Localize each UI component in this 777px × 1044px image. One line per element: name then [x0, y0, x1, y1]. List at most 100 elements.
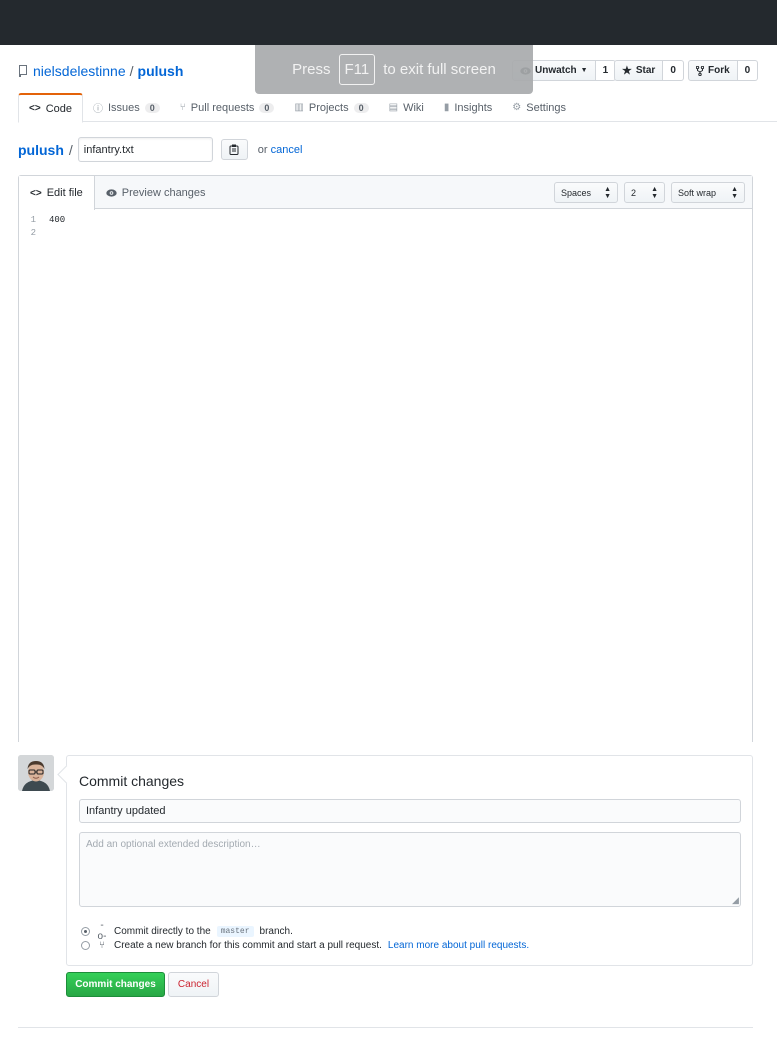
tab-label: Issues	[107, 101, 140, 114]
fork-button[interactable]: Fork	[688, 60, 738, 81]
fullscreen-notice: Press F11 to exit full screen	[255, 45, 533, 94]
commit-summary-input[interactable]	[79, 799, 741, 823]
commit-direct-radio[interactable]	[81, 926, 90, 936]
learn-more-link[interactable]: Learn more about pull requests.	[388, 940, 529, 951]
cancel-button[interactable]: Cancel	[168, 972, 219, 997]
avatar	[18, 755, 54, 791]
fork-group: Fork 0	[688, 60, 759, 81]
git-pull-request-icon: ⑂	[99, 940, 105, 951]
repo-separator: /	[129, 63, 134, 79]
new-branch-bold: Create a new branch	[114, 940, 207, 951]
star-count[interactable]: 0	[663, 60, 684, 81]
file-path-bar: pulush / or cancel	[18, 137, 302, 162]
commit-title: Commit changes	[79, 773, 185, 789]
editor-toolbar: <> Edit file Preview changes Spaces ▲ ▼ 2…	[19, 176, 752, 210]
line-content: 400	[49, 214, 66, 225]
indent-mode-select[interactable]: Spaces ▲ ▼	[554, 182, 618, 203]
repo-nav: <> Code ⓘ Issues 0 ⑂ Pull requests 0 ▥ P…	[18, 93, 777, 123]
commit-form: Commit changes ◢ -o- Commit directly to …	[66, 755, 753, 966]
tab-settings[interactable]: ⚙ Settings	[502, 93, 576, 122]
graph-icon: ▮	[443, 102, 450, 113]
commit-changes-button[interactable]: Commit changes	[66, 972, 165, 997]
indent-size-select[interactable]: 2 ▲ ▼	[624, 182, 665, 203]
line-number: 1	[30, 214, 36, 225]
repo-forked-icon	[696, 65, 704, 76]
new-branch-text: Create a new branch for this commit and …	[114, 940, 382, 951]
code-line: 2	[19, 226, 752, 239]
counter-badge: 0	[353, 102, 369, 113]
tab-code[interactable]: <> Code	[18, 93, 83, 123]
repo-icon	[19, 65, 27, 77]
repo-name-link[interactable]: pulush	[138, 63, 184, 79]
indent-mode-value: Spaces	[561, 187, 592, 198]
tab-issues[interactable]: ⓘ Issues 0	[83, 93, 170, 122]
branch-name: master	[216, 925, 254, 937]
fullscreen-key: F11	[338, 54, 376, 85]
tab-label: Wiki	[403, 101, 424, 114]
path-repo-link[interactable]: pulush	[18, 142, 64, 158]
code-icon: <>	[29, 103, 41, 114]
tab-label: Preview changes	[121, 186, 206, 199]
filename-input[interactable]	[77, 137, 213, 162]
gear-icon: ⚙	[512, 102, 522, 113]
git-pull-request-icon: ⑂	[179, 102, 186, 113]
wrap-mode-select[interactable]: Soft wrap ▲ ▼	[671, 182, 745, 203]
site-header	[0, 0, 777, 45]
fullscreen-prefix: Press	[292, 61, 331, 78]
commit-direct-option[interactable]: -o- Commit directly to the master branch…	[81, 920, 293, 942]
project-icon: ▥	[294, 102, 304, 113]
new-branch-radio[interactable]	[81, 941, 90, 950]
copy-path-button[interactable]	[220, 139, 248, 160]
tab-label: Insights	[454, 101, 493, 114]
resize-handle-icon[interactable]: ◢	[732, 895, 739, 906]
new-branch-rest: for this commit and start a pull request…	[209, 940, 382, 951]
tab-label: Projects	[308, 101, 349, 114]
repo-owner-link[interactable]: nielsdelestinne	[33, 63, 126, 79]
tab-label: Settings	[526, 101, 567, 114]
tab-edit-file[interactable]: <> Edit file	[19, 176, 95, 210]
user-photo	[18, 755, 54, 791]
tab-insights[interactable]: ▮ Insights	[434, 93, 502, 122]
commit-direct-prefix: Commit directly to the	[114, 925, 211, 937]
star-button[interactable]: ★ Star	[614, 60, 664, 81]
footer-divider	[18, 1027, 753, 1028]
tab-label: Pull requests	[190, 101, 255, 114]
tab-pull-requests[interactable]: ⑂ Pull requests 0	[170, 93, 285, 122]
path-separator: /	[68, 141, 73, 158]
repo-breadcrumb: nielsdelestinne / pulush	[18, 62, 183, 80]
code-icon: <>	[30, 187, 42, 199]
clippy-icon	[229, 144, 239, 155]
code-line: 1 400	[19, 213, 752, 226]
tab-wiki[interactable]: ▤ Wiki	[379, 93, 434, 122]
book-icon: ▤	[388, 102, 399, 113]
commit-direct-suffix: branch.	[259, 925, 293, 937]
commit-description-input[interactable]	[79, 832, 741, 907]
line-number: 2	[30, 227, 36, 238]
editor-options: Spaces ▲ ▼ 2 ▲ ▼ Soft wrap ▲ ▼	[554, 182, 745, 203]
tab-preview-changes[interactable]: Preview changes	[95, 176, 217, 209]
select-arrows-icon: ▲ ▼	[604, 185, 611, 200]
issue-opened-icon: ⓘ	[92, 104, 103, 115]
cancel-link[interactable]: cancel	[271, 144, 303, 156]
unwatch-label: Unwatch	[535, 65, 577, 76]
fullscreen-suffix: to exit full screen	[383, 61, 496, 78]
select-arrows-icon: ▲ ▼	[731, 185, 738, 200]
new-branch-option[interactable]: ⑂ Create a new branch for this commit an…	[81, 940, 529, 951]
counter-badge: 0	[144, 102, 160, 113]
or-text: or	[257, 143, 268, 156]
git-commit-icon: -o-	[97, 920, 107, 942]
code-area[interactable]: 1 400 2	[19, 209, 752, 239]
wrap-mode-value: Soft wrap	[678, 187, 717, 198]
fork-count[interactable]: 0	[737, 60, 759, 81]
counter-badge: 0	[259, 102, 275, 113]
select-arrows-icon: ▲ ▼	[651, 185, 658, 200]
tab-projects[interactable]: ▥ Projects 0	[284, 93, 378, 122]
fork-label: Fork	[708, 65, 730, 76]
chevron-down-icon: ▼	[580, 67, 588, 74]
indent-size-value: 2	[631, 187, 637, 198]
star-label: Star	[635, 65, 656, 76]
star-icon: ★	[622, 65, 632, 77]
eye-icon	[106, 188, 117, 197]
file-editor: <> Edit file Preview changes Spaces ▲ ▼ 2…	[18, 175, 753, 742]
or-cancel: or cancel	[258, 144, 303, 156]
